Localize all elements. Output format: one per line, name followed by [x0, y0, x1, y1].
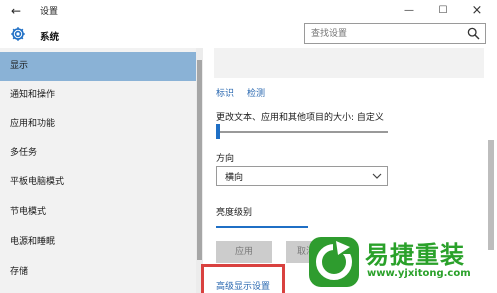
chevron-down-icon	[372, 173, 382, 179]
watermark: 易捷重装 www.yjxitong.com	[307, 231, 497, 293]
apply-button[interactable]: 应用	[216, 241, 272, 263]
close-button[interactable]: ×	[460, 0, 494, 22]
scale-slider-thumb[interactable]	[216, 124, 220, 139]
brightness-slider[interactable]	[216, 226, 308, 228]
detect-link[interactable]: 检测	[247, 86, 265, 99]
highlight-annotation	[201, 264, 285, 293]
sidebar-item-power-sleep[interactable]: 电源和睡眠	[0, 228, 196, 257]
search-box[interactable]	[304, 23, 486, 44]
refresh-logo-icon	[309, 237, 359, 287]
sidebar-item-battery-saver[interactable]: 节电模式	[0, 198, 196, 227]
watermark-url: www.yjxitong.com	[367, 268, 471, 279]
scale-slider-track[interactable]	[216, 131, 388, 133]
sidebar-item-multitasking[interactable]: 多任务	[0, 139, 196, 168]
brightness-label: 亮度级别	[216, 208, 253, 218]
sidebar-item-display[interactable]: 显示	[0, 52, 196, 81]
scale-label: 更改文本、应用和其他项目的大小: 自定义	[216, 113, 384, 123]
maximize-button[interactable]: ☐	[426, 0, 460, 22]
sidebar-item-tablet-mode[interactable]: 平板电脑模式	[0, 168, 196, 197]
sidebar-item-notifications[interactable]: 通知和操作	[0, 81, 196, 110]
sidebar-item-apps[interactable]: 应用和功能	[0, 110, 196, 139]
orientation-label: 方向	[216, 154, 235, 164]
identify-link[interactable]: 标识	[216, 86, 234, 99]
page-title: 系统	[40, 32, 60, 43]
gear-icon	[11, 27, 25, 41]
sidebar: 显示 通知和操作 应用和功能 多任务 平板电脑模式 节电模式 电源和睡眠 存储	[0, 48, 196, 293]
back-button[interactable]: ←	[6, 2, 26, 20]
window-title: 设置	[40, 7, 59, 17]
search-input[interactable]	[311, 26, 461, 41]
sidebar-item-storage[interactable]: 存储	[0, 258, 196, 287]
orientation-value: 横向	[225, 173, 244, 183]
minimize-button[interactable]: —	[392, 0, 426, 22]
search-icon[interactable]	[467, 27, 480, 40]
orientation-dropdown[interactable]: 横向	[216, 166, 388, 186]
sidebar-scrollbar-thumb[interactable]	[197, 60, 202, 260]
display-preview	[214, 48, 484, 78]
watermark-title: 易捷重装	[365, 241, 465, 269]
